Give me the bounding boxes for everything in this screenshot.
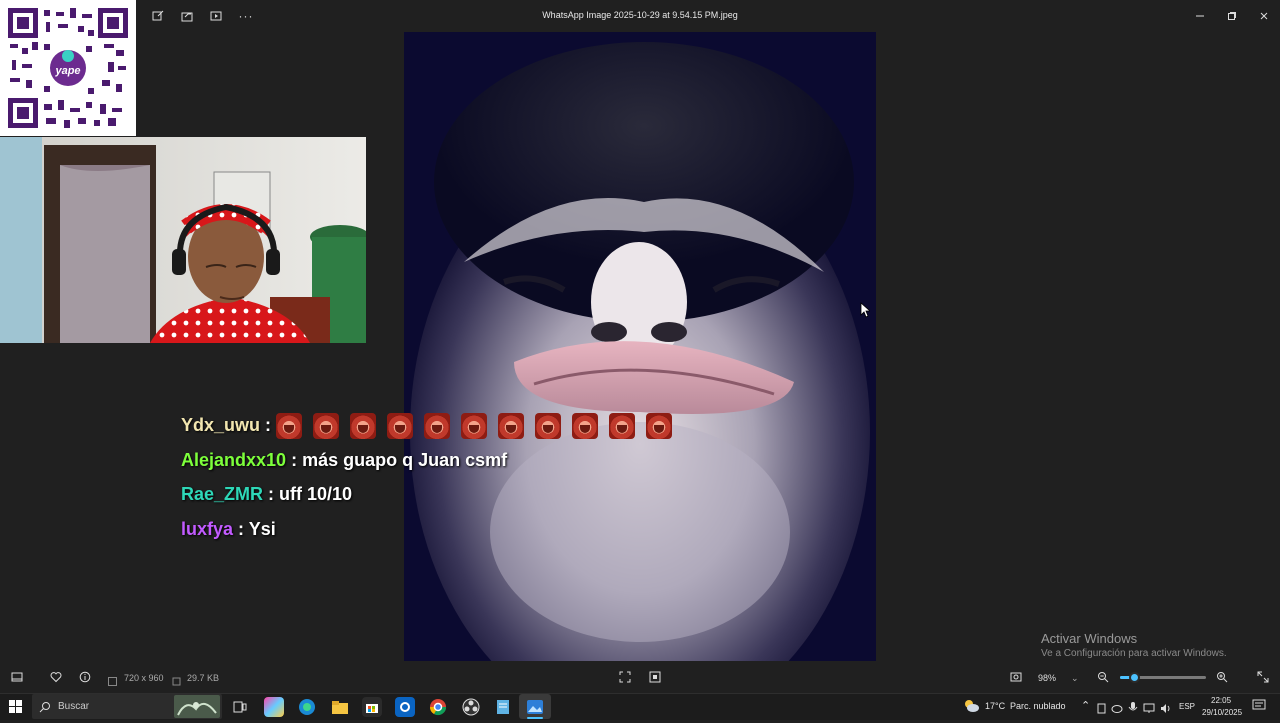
edge-icon[interactable] [297,697,317,717]
slideshow-icon[interactable] [206,6,226,26]
zoom-slider-thumb[interactable] [1129,672,1140,683]
notification-icon[interactable] [1252,699,1266,717]
minimize-button[interactable] [1192,8,1208,24]
dimensions-icon [108,673,117,691]
chat-separator: : [233,519,249,539]
emote-icon [572,413,599,440]
mouse-cursor [860,302,872,323]
search-highlight-image[interactable] [174,695,220,718]
share-icon[interactable] [177,6,197,26]
chat-username: Ydx_uwu [181,415,261,435]
fit-icon[interactable] [647,669,663,685]
file-size: 29.7 KB [187,673,220,683]
crop-icon[interactable] [617,669,633,685]
language-indicator[interactable]: ESP [1179,702,1195,711]
clock-date[interactable]: 29/10/2025 [1202,708,1242,717]
weather-temp[interactable]: 17°C [985,701,1005,711]
info-icon[interactable] [77,669,93,685]
chat-separator: : [263,484,280,504]
qr-code: yape [0,0,136,136]
search-icon [39,700,51,718]
notepad-icon[interactable] [493,697,513,717]
actual-size-icon[interactable] [1008,669,1024,685]
photos-icon[interactable] [525,697,545,717]
display-icon[interactable] [1143,701,1155,719]
chat-text: más guapo q Juan csmf [302,450,508,470]
chat-text: uff 10/10 [279,484,353,504]
device-icon[interactable] [1096,701,1107,719]
emote-icon [350,413,377,440]
filesize-icon [172,673,181,691]
chat-separator: : [286,450,303,470]
fullscreen-icon[interactable] [1255,669,1271,685]
outlook-icon[interactable] [395,697,415,717]
more-icon[interactable]: ··· [236,6,256,26]
copilot-icon[interactable] [264,697,284,717]
emote-icon [498,413,525,440]
weather-icon[interactable] [962,697,980,718]
zoom-out-icon[interactable] [1095,669,1111,685]
filmstrip-icon[interactable] [9,669,25,685]
edit-icon[interactable] [148,6,168,26]
chat-message: luxfya : Ysi [181,517,276,541]
chat-text: Ysi [248,519,276,539]
emote-icon [387,413,414,440]
emote-icon [313,413,340,440]
clock-time[interactable]: 22:05 [1211,696,1231,705]
displayed-image [404,32,876,661]
active-app-indicator [527,717,543,719]
emote-icon [535,413,562,440]
emote-icon [424,413,451,440]
favorite-icon[interactable] [48,669,64,685]
chat-username: Alejandxx10 [181,450,287,470]
store-icon[interactable] [362,697,382,717]
emote-icon [646,413,673,440]
zoom-level[interactable]: 98% [1038,673,1056,683]
obs-icon[interactable] [461,697,481,717]
chat-message: Ydx_uwu : [181,413,683,440]
chat-message: Alejandxx10 : más guapo q Juan csmf [181,448,507,472]
close-button[interactable] [1256,8,1272,24]
emote-icon [276,413,303,440]
weather-desc[interactable]: Parc. nublado [1010,701,1066,711]
chat-emotes [276,413,683,440]
cloud-icon[interactable] [1111,701,1123,719]
chat-separator: : [260,415,277,435]
chrome-icon[interactable] [428,697,448,717]
chat-username: luxfya [181,519,234,539]
mic-icon[interactable] [1128,700,1138,718]
yape-logo: yape [54,65,80,77]
emote-icon [609,413,636,440]
chevron-down-icon[interactable]: ⌄ [1071,673,1079,684]
volume-icon[interactable] [1160,701,1172,719]
emote-icon [461,413,488,440]
windows-start-icon[interactable] [9,700,22,718]
chevron-up-icon[interactable]: ⌃ [1081,699,1090,712]
search-placeholder: Buscar [58,701,90,712]
restore-button[interactable] [1224,8,1240,24]
activation-title: Activar Windows [1041,631,1138,646]
chat-username: Rae_ZMR [181,484,264,504]
webcam-feed [0,137,366,343]
image-dimensions: 720 x 960 [124,673,164,683]
task-view-icon[interactable] [230,697,250,717]
chat-message: Rae_ZMR : uff 10/10 [181,482,352,506]
file-explorer-icon[interactable] [330,697,350,717]
qr-pattern: yape [8,8,128,128]
activation-subtitle: Ve a Configuración para activar Windows. [1041,648,1227,659]
zoom-in-icon[interactable] [1214,669,1230,685]
